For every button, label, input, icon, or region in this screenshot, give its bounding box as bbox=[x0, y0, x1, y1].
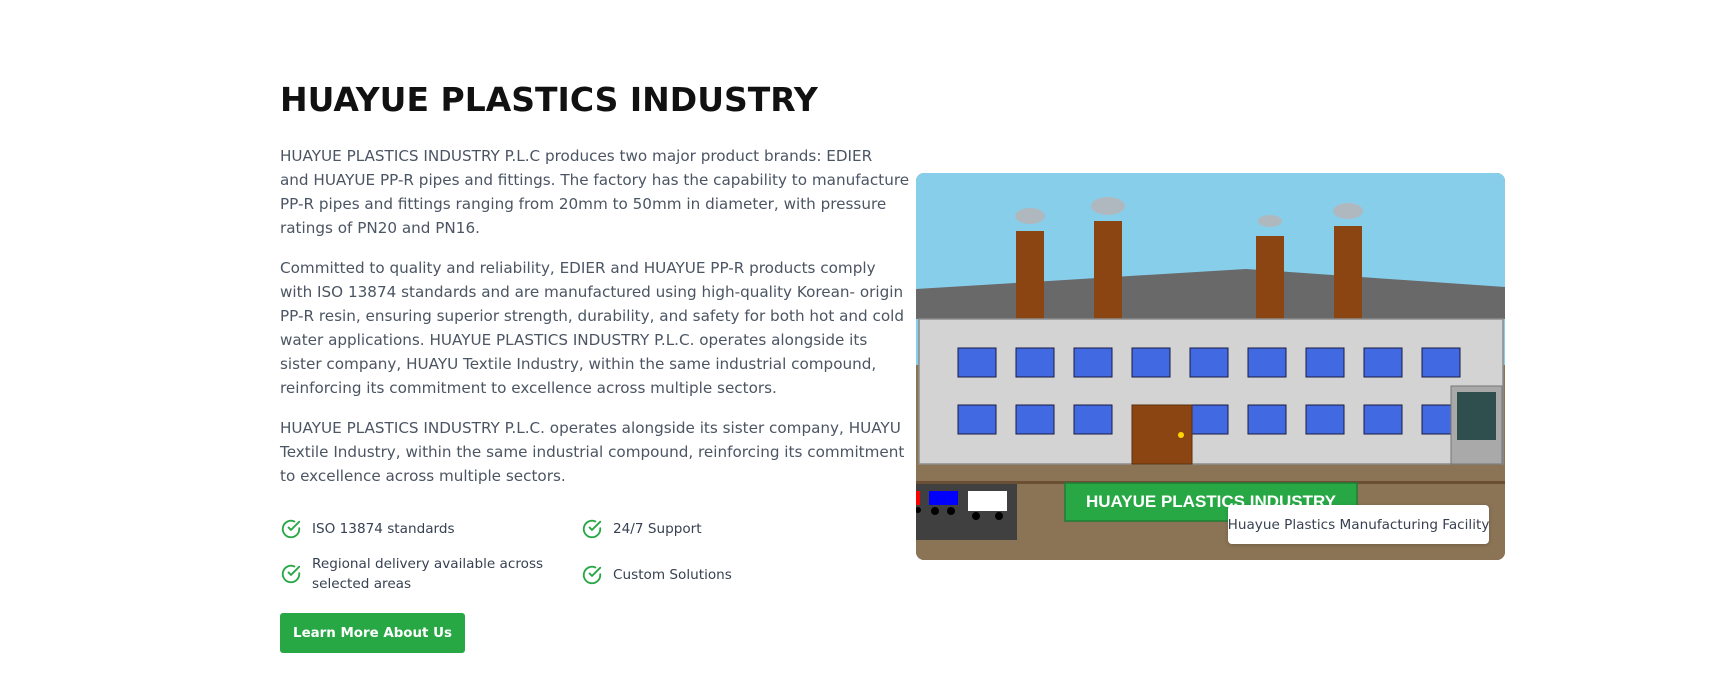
feature-label: 24/7 Support bbox=[613, 521, 702, 537]
check-circle-icon bbox=[281, 519, 301, 539]
feature-item-custom: Custom Solutions bbox=[581, 564, 732, 586]
check-circle-icon bbox=[582, 565, 602, 585]
windows-row-1 bbox=[957, 347, 1461, 378]
smoke-puff bbox=[1015, 208, 1045, 224]
paragraph-line: with ISO 13874 standards and are manufac… bbox=[280, 283, 904, 301]
feature-label-line: selected areas bbox=[312, 576, 412, 592]
window bbox=[957, 347, 997, 378]
window bbox=[1421, 347, 1461, 378]
smoke-puff bbox=[1258, 215, 1282, 227]
window bbox=[1363, 347, 1403, 378]
wheel bbox=[947, 507, 955, 515]
image-caption: Huayue Plastics Manufacturing Facility bbox=[1228, 505, 1489, 544]
check-circle-icon bbox=[281, 564, 301, 584]
feature-label: ISO 13874 standards bbox=[312, 521, 455, 537]
feature-list: ISO 13874 standards 24/7 Support Regiona… bbox=[280, 506, 870, 596]
paragraph-line: Committed to quality and reliability, ED… bbox=[280, 259, 876, 277]
booth-window bbox=[1457, 392, 1496, 440]
window bbox=[1015, 347, 1055, 378]
feature-item-delivery: Regional delivery available across selec… bbox=[280, 554, 543, 594]
paragraph-line: ratings of PN20 and PN16. bbox=[280, 219, 480, 237]
paragraph-line: water applications. HUAYUE PLASTICS INDU… bbox=[280, 331, 868, 349]
wheel bbox=[972, 512, 980, 520]
chimney bbox=[1256, 236, 1284, 321]
feature-item-support: 24/7 Support bbox=[581, 518, 702, 540]
paragraph-line: to excellence across multiple sectors. bbox=[280, 467, 566, 485]
chimney bbox=[1016, 231, 1044, 321]
check-circle-icon bbox=[582, 519, 602, 539]
window bbox=[1363, 404, 1403, 435]
about-text-column: HUAYUE PLASTICS INDUSTRY HUAYUE PLASTICS… bbox=[280, 78, 909, 653]
wheel bbox=[995, 512, 1003, 520]
paragraph-line: Textile Industry, within the same indust… bbox=[280, 443, 905, 461]
window bbox=[1189, 347, 1229, 378]
door-knob bbox=[1178, 432, 1184, 438]
about-paragraph-2: Committed to quality and reliability, ED… bbox=[280, 256, 904, 400]
window bbox=[1015, 404, 1055, 435]
chimney bbox=[1334, 226, 1362, 321]
chimney bbox=[1094, 221, 1122, 321]
factory-svg: HUAYUE PLASTICS INDUSTRY bbox=[916, 173, 1505, 560]
feature-label-line: Regional delivery available across bbox=[312, 556, 544, 572]
factory-illustration: HUAYUE PLASTICS INDUSTRY bbox=[916, 173, 1505, 560]
window bbox=[957, 404, 997, 435]
paragraph-line: sister company, HUAYU Textile Industry, … bbox=[280, 355, 877, 373]
paragraph-line: PP-R resin, ensuring superior strength, … bbox=[280, 307, 904, 325]
window bbox=[1189, 404, 1229, 435]
building bbox=[918, 318, 1504, 465]
window bbox=[1073, 347, 1113, 378]
windows-row-2 bbox=[957, 404, 1461, 435]
learn-more-button[interactable]: Learn More About Us bbox=[280, 613, 465, 653]
window bbox=[1131, 347, 1171, 378]
about-section: HUAYUE PLASTICS INDUSTRY HUAYUE PLASTICS… bbox=[0, 0, 1714, 679]
paragraph-line: HUAYUE PLASTICS INDUSTRY P.L.C produces … bbox=[280, 147, 873, 165]
window bbox=[1247, 404, 1287, 435]
window bbox=[1305, 347, 1345, 378]
window bbox=[1073, 404, 1113, 435]
window bbox=[1247, 347, 1287, 378]
vehicle-white bbox=[968, 491, 1007, 511]
feature-label: Custom Solutions bbox=[613, 567, 732, 583]
vehicle-red bbox=[916, 491, 920, 505]
smoke-puff bbox=[1091, 197, 1125, 215]
about-paragraph-1: HUAYUE PLASTICS INDUSTRY P.L.C produces … bbox=[280, 144, 909, 240]
about-paragraph-3: HUAYUE PLASTICS INDUSTRY P.L.C. operates… bbox=[280, 416, 904, 488]
feature-label: Regional delivery available across selec… bbox=[312, 554, 543, 594]
section-title: HUAYUE PLASTICS INDUSTRY bbox=[280, 80, 818, 119]
vehicle-blue bbox=[929, 491, 958, 505]
window bbox=[1305, 404, 1345, 435]
smoke-puff bbox=[1333, 203, 1363, 219]
wheel bbox=[931, 507, 939, 515]
paragraph-line: PP-R pipes and fittings ranging from 20m… bbox=[280, 195, 887, 213]
paragraph-line: and HUAYUE PP-R pipes and fittings. The … bbox=[280, 171, 910, 189]
paragraph-line: HUAYUE PLASTICS INDUSTRY P.L.C. operates… bbox=[280, 419, 901, 437]
feature-item-iso: ISO 13874 standards bbox=[280, 518, 455, 540]
paragraph-line: reinforcing its commitment to excellence… bbox=[280, 379, 777, 397]
